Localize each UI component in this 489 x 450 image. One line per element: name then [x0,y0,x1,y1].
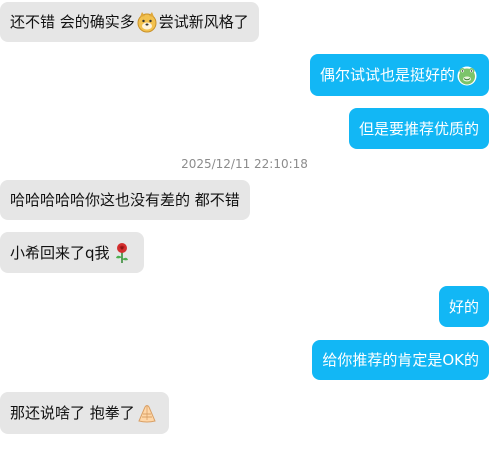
fist-salute-icon [136,402,158,424]
message-bubble-outgoing[interactable]: 好的 [438,286,489,327]
green-frog-face-icon [456,64,478,86]
message-text: 那还说啥了 抱拳了 [10,404,135,422]
message-timestamp: 2025/12/11 22:10:18 [181,157,308,171]
message-bubble-incoming[interactable]: 小希回来了q我 [0,232,144,273]
message-text: 哈哈哈哈哈你这也没有差的 都不错 [10,191,240,209]
message-text: 还不错 会的确实多 [10,13,135,31]
message-bubble-outgoing[interactable]: 但是要推荐优质的 [348,108,489,149]
message-text: 好的 [448,297,479,316]
message-text: 给你推荐的肯定是OK的 [322,351,479,369]
doge-face-icon [136,11,158,33]
message-text: 尝试新风格了 [158,13,249,31]
rose-icon [111,242,133,264]
message-bubble-incoming[interactable]: 哈哈哈哈哈你这也没有差的 都不错 [0,180,250,220]
message-text: 小希回来了q我 [10,243,110,262]
message-text: 偶尔试试也是挺好的 [319,66,455,84]
message-bubble-outgoing[interactable]: 给你推荐的肯定是OK的 [312,340,489,380]
chat-area: 还不错 会的确实多 尝试新风格了 偶尔试试也是挺好的 但是要推荐优质的 2025… [0,0,489,450]
message-bubble-outgoing[interactable]: 偶尔试试也是挺好的 [309,54,489,96]
message-bubble-incoming[interactable]: 那还说啥了 抱拳了 [0,392,169,434]
message-bubble-incoming[interactable]: 还不错 会的确实多 尝试新风格了 [0,2,259,42]
message-text: 但是要推荐优质的 [358,119,479,138]
